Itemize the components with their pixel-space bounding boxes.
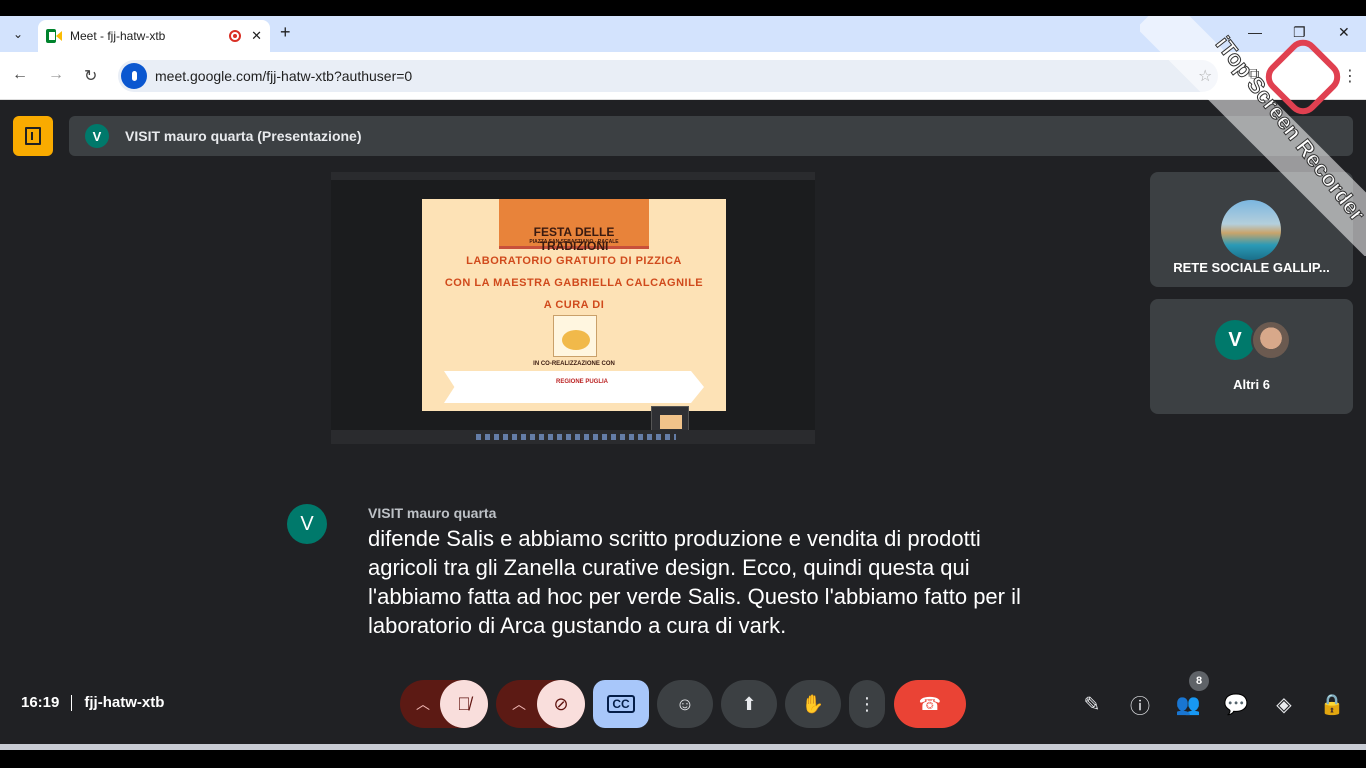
activities-icon[interactable]: ✎	[1078, 690, 1106, 718]
taskbar-preview-thumbnail	[651, 406, 689, 432]
mic-off-button[interactable]: 🎙̸	[440, 680, 488, 728]
caption-speaker-avatar: V	[287, 504, 327, 544]
video-control-group: ︿ ⊘	[496, 680, 585, 728]
audio-options-chevron-icon[interactable]: ︿	[416, 694, 430, 714]
meet-stage: V VISIT mauro quarta (Presentazione) FES…	[0, 100, 1366, 744]
shared-screen[interactable]: FESTA DELLE TRADIZIONI PIAZZA SAN SEBAST…	[331, 172, 815, 444]
caption-line-1: difende Salis e abbiamo scritto produzio…	[368, 526, 981, 551]
meeting-info-divider	[71, 694, 73, 711]
address-bar: ← → ↻ meet.google.com/fjj-hatw-xtb?authu…	[0, 52, 1366, 100]
shapes-activities-icon[interactable]: ◈	[1270, 690, 1298, 718]
mic-off-icon: 🎙̸	[457, 693, 471, 714]
reload-icon[interactable]: ↻	[84, 66, 97, 86]
browser-menu-icon[interactable]: ⋮	[1342, 66, 1358, 86]
poster-line-2: CON LA MAESTRA GABRIELLA CALCAGNILE	[444, 277, 704, 289]
browser-tab-meet[interactable]: Meet - fjj-hatw-xtb ✕	[38, 20, 270, 52]
present-screen-button[interactable]: ⬆	[721, 680, 777, 728]
presenter-avatar: V	[85, 124, 109, 148]
exit-door-icon[interactable]	[13, 116, 53, 156]
participant-name: RETE SOCIALE GALLIP...	[1173, 260, 1330, 275]
google-meet-icon	[46, 29, 62, 43]
event-poster: FESTA DELLE TRADIZIONI PIAZZA SAN SEBAST…	[422, 199, 726, 411]
caption-line-2: agricoli tra gli Zanella curative design…	[368, 555, 970, 580]
hand-icon: ✋	[801, 693, 825, 714]
others-count-label: Altri 6	[1233, 377, 1270, 392]
extensions-puzzle-icon[interactable]: ⧉	[1248, 66, 1259, 84]
others-avatar-v: V	[1215, 320, 1255, 360]
raise-hand-button[interactable]: ✋	[785, 680, 841, 728]
shared-taskbar	[331, 430, 815, 444]
shared-window-titlebar	[331, 172, 815, 180]
restore-button[interactable]: ❐	[1293, 24, 1306, 41]
reactions-button[interactable]: ☺	[657, 680, 713, 728]
emoji-smile-icon: ☺	[675, 693, 695, 714]
video-options-chevron-icon[interactable]: ︿	[512, 694, 526, 714]
microphone-in-use-icon[interactable]	[121, 63, 147, 89]
caption-speaker-name: VISIT mauro quarta	[368, 505, 497, 521]
url-omnibox[interactable]: meet.google.com/fjj-hatw-xtb?authuser=0	[118, 60, 1218, 92]
audio-control-group: ︿ 🎙̸	[400, 680, 488, 728]
close-window-button[interactable]: ✕	[1338, 24, 1350, 41]
back-arrow-icon[interactable]: ←	[12, 66, 28, 84]
screen-bottom-border	[0, 744, 1366, 768]
meeting-code[interactable]: fjj-hatw-xtb	[84, 694, 164, 711]
participant-photo-avatar	[1221, 200, 1281, 260]
host-controls-lock-icon[interactable]: 🔒	[1318, 690, 1346, 718]
others-photo-avatar	[1251, 320, 1291, 360]
meeting-info: 16:19 fjj-hatw-xtb	[21, 694, 164, 711]
more-vertical-icon: ⋮	[858, 693, 876, 714]
recording-icon	[229, 30, 242, 42]
meeting-time: 16:19	[21, 694, 60, 711]
screen-top-border	[0, 0, 1366, 16]
poster-logo-regione: REGIONE PUGLIA	[556, 379, 609, 385]
people-count-badge: 8	[1189, 671, 1209, 691]
camera-off-icon: ⊘	[553, 693, 569, 714]
new-tab-button[interactable]: +	[280, 22, 291, 43]
poster-header: FESTA DELLE TRADIZIONI PIAZZA SAN SEBAST…	[499, 199, 649, 253]
forward-arrow-icon[interactable]: →	[48, 66, 64, 84]
poster-sponsor-logos: REGIONE PUGLIA	[444, 371, 704, 403]
present-screen-icon: ⬆	[741, 693, 757, 714]
poster-dish-image	[553, 315, 597, 357]
participant-tile-others[interactable]: V Altri 6	[1150, 299, 1353, 414]
people-icon[interactable]: 👥	[1174, 690, 1202, 718]
phone-hangup-icon: ☎	[918, 693, 942, 714]
tab-search-chevron-icon[interactable]: ⌄	[4, 20, 32, 48]
poster-line-1: LABORATORIO GRATUITO DI PIZZICA	[466, 255, 682, 267]
closed-captions-icon: CC	[607, 695, 635, 713]
camera-off-button[interactable]: ⊘	[537, 680, 585, 728]
poster-line-3: A CURA DI	[543, 299, 605, 311]
presentation-label: VISIT mauro quarta (Presentazione)	[125, 128, 362, 144]
chat-icon[interactable]: 💬	[1222, 690, 1250, 718]
captions-button[interactable]: CC	[593, 680, 649, 728]
more-options-button[interactable]: ⋮	[849, 680, 885, 728]
meeting-details-info-icon[interactable]: ⓘ	[1126, 690, 1154, 718]
minimize-button[interactable]: —	[1248, 24, 1262, 40]
leave-call-button[interactable]: ☎	[894, 680, 966, 728]
caption-line-3: l'abbiamo fatta ad hoc per verde Salis. …	[368, 584, 1021, 609]
tab-title: Meet - fjj-hatw-xtb	[70, 29, 166, 43]
participant-tile-rete-sociale[interactable]: RETE SOCIALE GALLIP...	[1150, 172, 1353, 287]
poster-subtitle: PIAZZA SAN SEBASTIANO - RACALE	[529, 239, 619, 245]
bookmark-star-icon[interactable]: ☆	[1198, 66, 1212, 86]
caption-line-4: laboratorio di Arca gustando a cura di v…	[368, 613, 787, 638]
poster-co-realization: IN CO-REALIZZAZIONE CON	[533, 361, 615, 367]
browser-tabstrip: ⌄ Meet - fjj-hatw-xtb ✕ + — ❐ ✕	[0, 16, 1366, 52]
tab-close-icon[interactable]: ✕	[251, 28, 262, 44]
presentation-banner: V VISIT mauro quarta (Presentazione)	[69, 116, 1353, 156]
url-text: meet.google.com/fjj-hatw-xtb?authuser=0	[155, 68, 413, 84]
